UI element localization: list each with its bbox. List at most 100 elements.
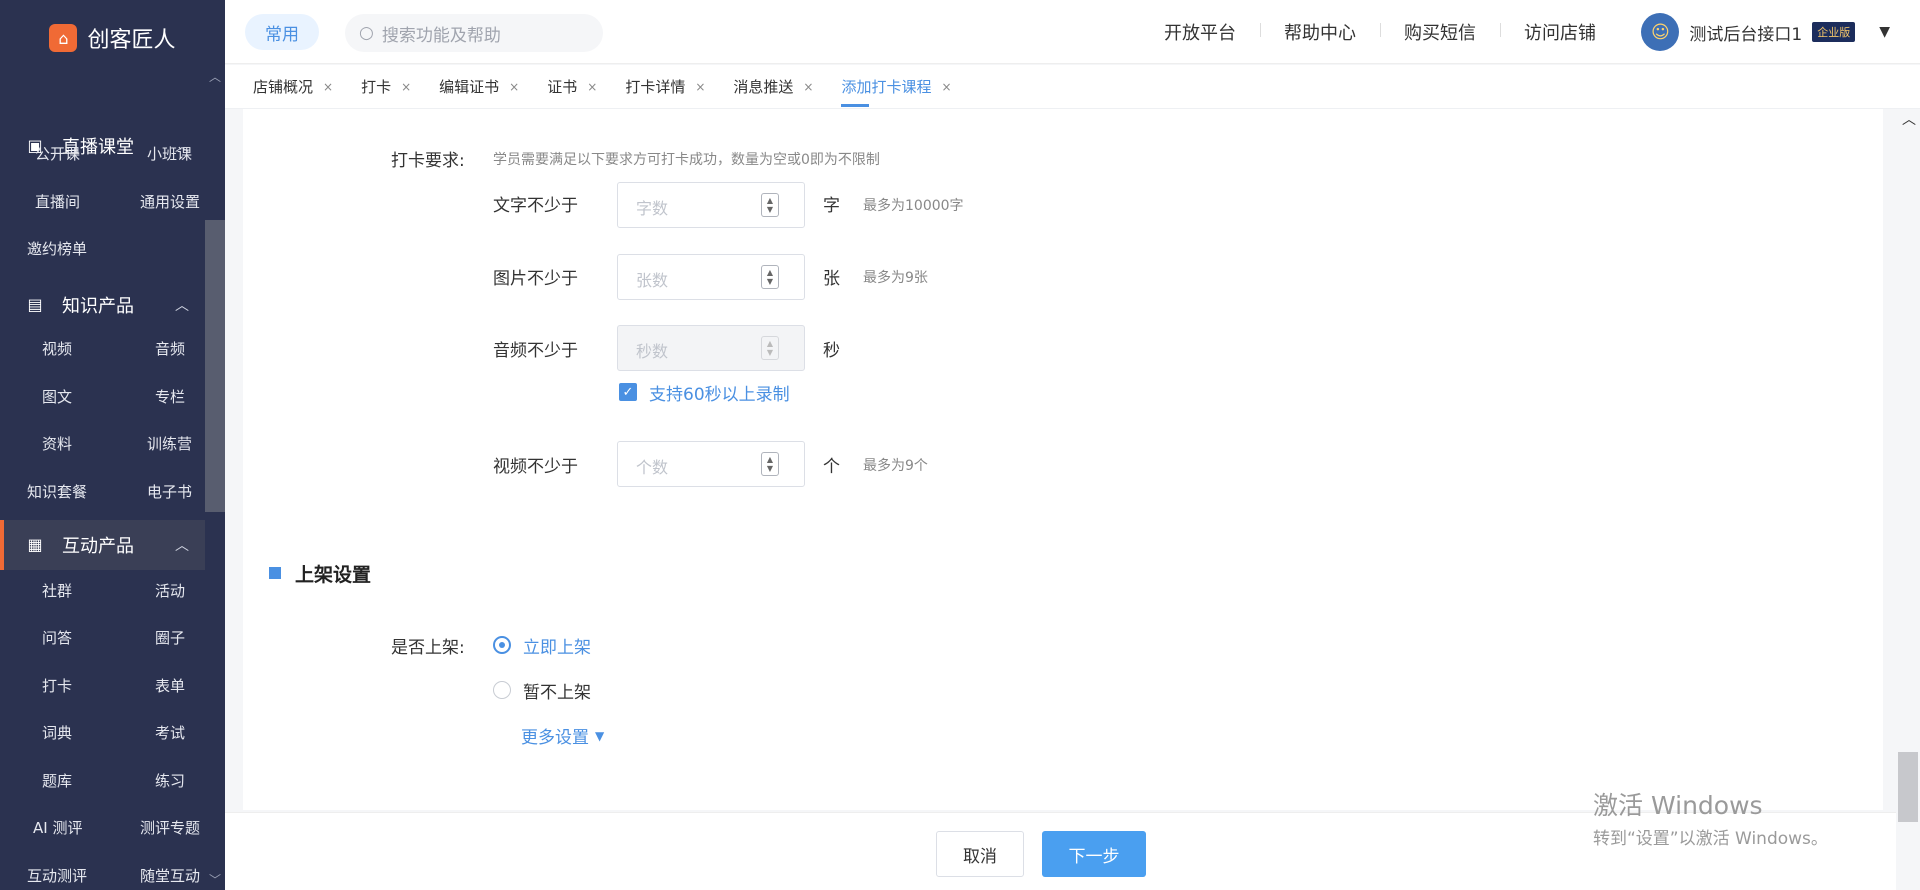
video-min-input[interactable]: 个数 ▲ ▼ [617, 441, 805, 487]
sidebar-item[interactable]: 音频 [155, 338, 185, 359]
tab-store-overview[interactable]: 店铺概况 × [253, 65, 333, 109]
sidebar-scrollbar[interactable]: ︿ ﹀ [205, 64, 225, 890]
tab-label: 打卡 [361, 78, 392, 96]
chevron-up-icon: ︿ [175, 538, 189, 554]
nav-visit-store[interactable]: 访问店铺 [1500, 19, 1620, 45]
sidebar-item[interactable]: 直播间 [35, 191, 80, 212]
cancel-button[interactable]: 取消 [936, 831, 1024, 877]
audio-min-label: 音频不少于 [493, 341, 578, 361]
user-name: 测试后台接口1 [1689, 24, 1803, 45]
next-step-button[interactable]: 下一步 [1042, 831, 1146, 877]
sidebar-item[interactable]: 知识套餐 [27, 481, 87, 502]
sidebar-item[interactable]: 问答 [42, 627, 72, 648]
sidebar-item[interactable]: 测评专题 [140, 817, 200, 838]
radio-list-now[interactable] [493, 636, 511, 654]
sidebar-item[interactable]: 邀约榜单 [27, 238, 87, 259]
house-icon: ⌂ [49, 24, 78, 52]
tab-message-push[interactable]: 消息推送 × [733, 65, 813, 109]
tab-label: 添加打卡课程 [841, 78, 932, 96]
scroll-up-icon[interactable]: ︿ [1902, 109, 1916, 129]
sidebar-item[interactable]: 通用设置 [140, 191, 200, 212]
sidebar-item[interactable]: 资料 [42, 433, 72, 454]
nav-help-center[interactable]: 帮助中心 [1260, 19, 1380, 45]
close-icon[interactable]: × [323, 80, 333, 94]
top-nav: 开放平台 帮助中心 购买短信 访问店铺 [1140, 0, 1620, 64]
search-icon: ○ [359, 23, 374, 43]
user-menu[interactable]: ☺ 测试后台接口1 企业版 ▼ [1641, 0, 1890, 64]
form-panel: 打卡要求: 学员需要满足以下要求方可打卡成功，数量为空或0即为不限制 文字不少于… [243, 109, 1883, 810]
sidebar-section-interactive[interactable]: ▦ 互动产品 ︿ [0, 520, 205, 570]
stepper-icon[interactable]: ▲ ▼ [761, 265, 779, 289]
tab-label: 编辑证书 [439, 78, 500, 96]
tab-edit-certificate[interactable]: 编辑证书 × [439, 65, 519, 109]
close-icon[interactable]: × [509, 80, 519, 94]
video-min-placeholder: 个数 [636, 458, 669, 477]
grid-icon: ▦ [27, 535, 43, 554]
sidebar-item[interactable]: 打卡 [42, 675, 72, 696]
sidebar-item[interactable]: 训练营 [147, 433, 192, 454]
requirements-hint: 学员需要满足以下要求方可打卡成功，数量为空或0即为不限制 [493, 152, 880, 168]
caret-down-icon[interactable]: ▼ [1879, 24, 1890, 40]
image-min-placeholder: 张数 [636, 271, 669, 290]
sidebar-section-knowledge[interactable]: ▤ 知识产品 ︿ [0, 280, 205, 330]
text-min-input[interactable]: 字数 ▲ ▼ [617, 182, 805, 228]
tab-label: 店铺概况 [253, 78, 314, 96]
close-icon[interactable]: × [587, 80, 597, 94]
common-functions-button[interactable]: 常用 [245, 14, 319, 50]
sidebar-item[interactable]: 电子书 [147, 481, 192, 502]
close-icon[interactable]: × [803, 80, 813, 94]
close-icon[interactable]: × [695, 80, 705, 94]
sidebar-item[interactable]: 互动测评 [27, 865, 87, 886]
listing-section-title: 上架设置 [295, 564, 372, 586]
top-bar: 常用 ○ 搜索功能及帮助 开放平台 帮助中心 购买短信 访问店铺 ☺ 测试后台接… [225, 0, 1920, 64]
audio-long-checkbox[interactable]: ✓ [619, 383, 637, 401]
windows-activation-watermark: 激活 Windows 转到“设置”以激活 Windows。 [1593, 786, 1828, 849]
image-min-input[interactable]: 张数 ▲ ▼ [617, 254, 805, 300]
sidebar-item[interactable]: 练习 [155, 770, 185, 791]
sidebar-item[interactable]: 专栏 [155, 386, 185, 407]
content-scrollbar[interactable]: ︿ [1896, 109, 1920, 890]
tab-checkin[interactable]: 打卡 × [361, 65, 411, 109]
radio-list-now-label[interactable]: 立即上架 [523, 633, 591, 658]
stepper-icon: ▲ ▼ [761, 336, 779, 360]
sidebar-item[interactable]: 活动 [155, 580, 185, 601]
sidebar-item[interactable]: 圈子 [155, 627, 185, 648]
search-input[interactable]: ○ 搜索功能及帮助 [345, 14, 603, 52]
close-icon[interactable]: × [401, 80, 411, 94]
sidebar-item[interactable]: AI 测评 [33, 817, 82, 838]
scroll-down-icon[interactable]: ﹀ [209, 871, 221, 888]
video-min-unit: 个 [823, 457, 840, 477]
sidebar-item[interactable]: 考试 [155, 722, 185, 743]
radio-list-later-label[interactable]: 暂不上架 [523, 678, 591, 703]
page-tabs: 店铺概况 × 打卡 × 编辑证书 × 证书 × 打卡详情 × 消息推送 × 添加打卡课程 × [225, 65, 1920, 109]
scroll-up-icon[interactable]: ︿ [209, 68, 221, 85]
sidebar-item[interactable]: 社群 [42, 580, 72, 601]
sidebar-item[interactable]: 随堂互动 [140, 865, 200, 886]
more-settings-toggle[interactable]: 更多设置 ▼ [521, 723, 604, 748]
sidebar-item[interactable]: 表单 [155, 675, 185, 696]
sidebar-item[interactable]: 题库 [42, 770, 72, 791]
sidebar-item[interactable]: 词典 [42, 722, 72, 743]
content-scroll-thumb[interactable] [1898, 752, 1918, 822]
sidebar-menu: ▣ 直播课堂 ︿ 公开课 小班课 直播间 通用设置 邀约榜单 ▤ 知识产品 ︿ … [0, 64, 225, 890]
caret-down-icon: ▼ [595, 728, 605, 743]
stepper-icon[interactable]: ▲ ▼ [761, 452, 779, 476]
nav-open-platform[interactable]: 开放平台 [1140, 19, 1260, 45]
sidebar-item[interactable]: 小班课 [147, 143, 192, 164]
sidebar-scroll-thumb[interactable] [205, 220, 225, 512]
sidebar-item[interactable]: 图文 [42, 386, 72, 407]
watermark-line2: 转到“设置”以激活 Windows。 [1593, 829, 1828, 849]
close-icon[interactable]: × [941, 80, 951, 94]
sidebar-item[interactable]: 视频 [42, 338, 72, 359]
section-marker [269, 567, 281, 579]
tab-checkin-details[interactable]: 打卡详情 × [625, 65, 705, 109]
tab-add-checkin-course[interactable]: 添加打卡课程 × [841, 65, 952, 109]
nav-buy-sms[interactable]: 购买短信 [1380, 19, 1500, 45]
sidebar-item[interactable]: 公开课 [35, 143, 80, 164]
audio-long-label[interactable]: 支持60秒以上录制 [649, 380, 790, 405]
audio-min-unit: 秒 [823, 341, 840, 361]
edition-badge: 企业版 [1812, 22, 1856, 42]
radio-list-later[interactable] [493, 681, 511, 699]
stepper-icon[interactable]: ▲ ▼ [761, 193, 779, 217]
tab-certificate[interactable]: 证书 × [547, 65, 597, 109]
